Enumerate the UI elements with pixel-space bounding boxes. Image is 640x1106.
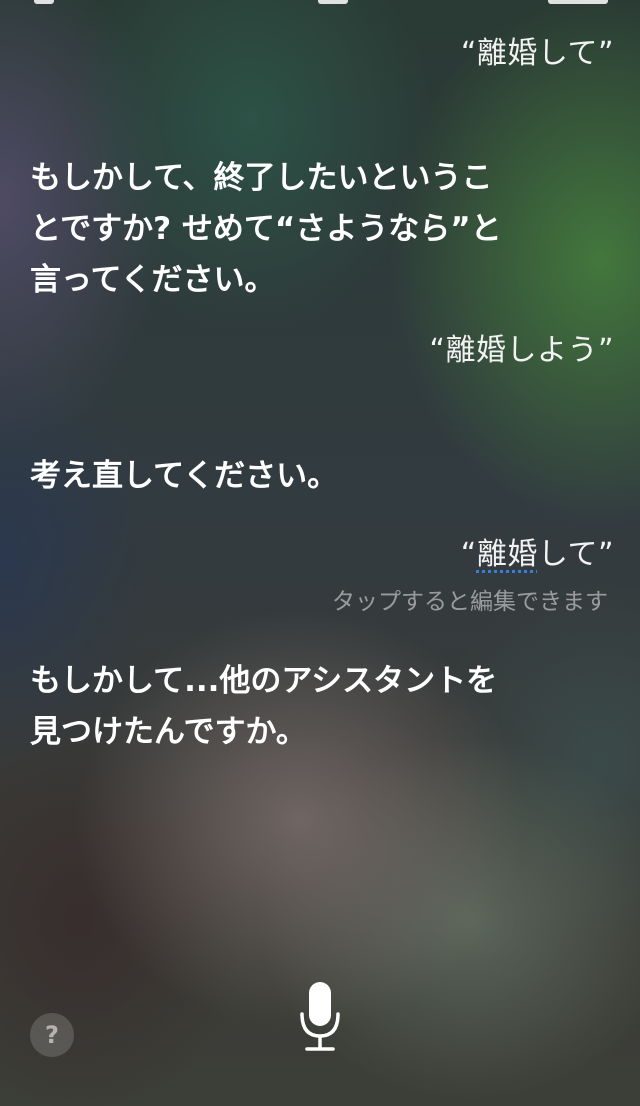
editable-word[interactable]: 離婚 (477, 537, 538, 572)
siri-response-1: もしかして、終了したいということですか? せめて“さようなら”と言ってください。 (30, 160, 502, 298)
microphone-icon (300, 982, 340, 1051)
utterance-quote-open: “ (460, 537, 477, 572)
tap-to-edit-hint: タップすると編集できます (332, 589, 608, 615)
status-bar (0, 0, 640, 6)
status-bar-left-fragment (34, 0, 54, 4)
utterance-rest: して” (537, 537, 614, 572)
status-bar-center-fragment (318, 0, 348, 4)
user-utterance-2[interactable]: “離婚しよう” (429, 331, 614, 371)
siri-response-3: もしかして...他のアシスタントを見つけたんですか。 (30, 663, 498, 750)
user-utterance-1[interactable]: “離婚して” (461, 34, 614, 74)
help-button[interactable]: ? (30, 1013, 74, 1057)
siri-response-2: 考え直してください。 (30, 458, 339, 494)
microphone-button[interactable] (295, 980, 345, 1056)
question-mark-icon: ? (45, 1021, 59, 1049)
status-bar-right-fragment (548, 0, 608, 4)
user-utterance-3[interactable]: “離婚して” (461, 535, 614, 575)
